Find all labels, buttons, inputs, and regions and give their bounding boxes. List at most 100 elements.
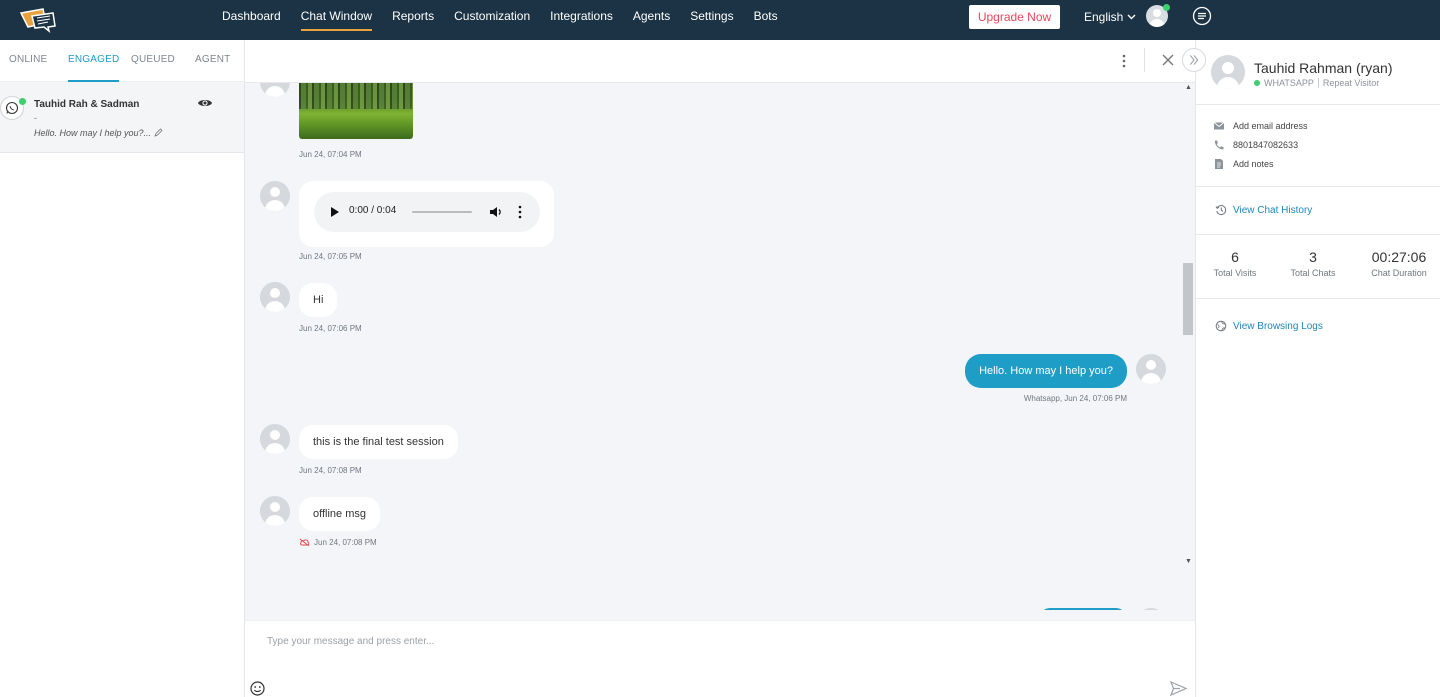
section-divider [1196, 234, 1440, 235]
scroll-thumb[interactable] [1183, 263, 1193, 335]
section-divider [1196, 104, 1440, 105]
visitor-avatar [260, 181, 290, 211]
agent-message: Hello. How may I help you? [965, 354, 1127, 388]
tab-online[interactable]: ONLINE [9, 40, 47, 82]
scroll-up-arrow[interactable]: ▲ [1185, 84, 1192, 91]
main-nav: Dashboard Chat Window Reports Customizat… [212, 0, 788, 40]
image-attachment[interactable] [299, 83, 413, 139]
nav-bots[interactable]: Bots [744, 0, 788, 40]
view-chat-history-link[interactable]: View Chat History [1215, 204, 1312, 216]
email-row[interactable]: Add email address [1213, 120, 1308, 132]
chat-subtitle: - [34, 113, 37, 123]
message-timestamp: Jun 24, 07:05 PM [299, 252, 362, 261]
visitor-avatar [260, 496, 290, 526]
language-selector[interactable]: English [1084, 10, 1136, 24]
logo-icon[interactable] [18, 7, 58, 33]
stat-label: Total Chats [1290, 268, 1336, 278]
message-list[interactable]: Jun 24, 07:04 PM 0:00 / 0:04 Jun 24, 07:… [245, 83, 1195, 610]
message-input[interactable] [267, 629, 1147, 653]
agent-message-partial [1040, 608, 1126, 610]
chevron-down-icon [1127, 14, 1136, 20]
play-icon[interactable] [331, 207, 339, 217]
visitor-list-panel: ONLINE ENGAGED QUEUED AGENT Tauhid Rah &… [0, 40, 245, 697]
nav-settings[interactable]: Settings [680, 0, 743, 40]
visitor-avatar [1211, 55, 1245, 89]
notes-icon [1215, 159, 1223, 169]
audio-message: 0:00 / 0:04 [299, 181, 554, 247]
online-status-dot [1163, 4, 1170, 11]
message-timestamp: Whatsapp, Jun 24, 07:06 PM [1023, 394, 1127, 403]
nav-dashboard[interactable]: Dashboard [212, 0, 291, 40]
more-vertical-icon[interactable] [518, 205, 522, 219]
header-divider [1144, 48, 1145, 72]
section-divider [1196, 186, 1440, 187]
nav-agents[interactable]: Agents [623, 0, 680, 40]
language-label: English [1084, 10, 1124, 24]
stat-total-chats: 3 Total Chats [1288, 249, 1338, 278]
eye-icon[interactable] [197, 97, 213, 109]
message-scrollbar[interactable]: ▲ ▼ [1183, 83, 1193, 610]
scroll-down-arrow[interactable]: ▼ [1185, 558, 1192, 565]
visitor-message: Hi [299, 283, 338, 317]
agent-avatar [1136, 354, 1166, 384]
chat-preview-text: Hello. How may I help you?... [34, 128, 152, 138]
close-icon[interactable] [1161, 53, 1175, 67]
visitor-avatar [260, 424, 290, 454]
online-status-dot [1254, 80, 1260, 86]
stat-label: Chat Duration [1371, 268, 1427, 278]
stat-chat-duration: 00:27:06 Chat Duration [1368, 249, 1430, 278]
phone-row: 8801847082633 [1213, 139, 1298, 151]
nav-reports[interactable]: Reports [382, 0, 444, 40]
top-navbar: Dashboard Chat Window Reports Customizat… [0, 0, 1440, 40]
nav-chat-window[interactable]: Chat Window [291, 0, 382, 40]
globe-icon [1215, 320, 1227, 332]
volume-icon[interactable] [489, 205, 503, 219]
view-browsing-logs-link[interactable]: View Browsing Logs [1215, 320, 1323, 332]
agent-avatar [1136, 608, 1166, 610]
phone-icon [1214, 140, 1224, 150]
visitor-message: this is the final test session [299, 425, 458, 459]
send-icon[interactable] [1170, 681, 1187, 696]
email-field: Add email address [1233, 121, 1308, 131]
meta-separator [1317, 78, 1319, 88]
message-timestamp: Jun 24, 07:04 PM [299, 150, 362, 159]
audio-progress-slider[interactable] [412, 211, 472, 213]
audio-time: 0:00 / 0:04 [349, 205, 397, 216]
chat-visitor-name: Tauhid Rah & Sadman [34, 99, 140, 110]
mail-icon [1213, 122, 1225, 130]
cloud-offline-icon [299, 538, 310, 546]
nav-integrations[interactable]: Integrations [540, 0, 623, 40]
audio-player[interactable]: 0:00 / 0:04 [314, 192, 540, 232]
chat-list-item[interactable]: Tauhid Rah & Sadman - Hello. How may I h… [0, 82, 244, 153]
chevron-right-double-icon[interactable] [1182, 48, 1206, 72]
emoji-icon[interactable] [250, 681, 265, 696]
view-browsing-logs-label: View Browsing Logs [1233, 320, 1323, 332]
tab-queued[interactable]: QUEUED [131, 40, 175, 82]
chat-header [245, 40, 1195, 83]
visitor-details-panel: Tauhid Rahman (ryan) WHATSAPP Repeat Vis… [1195, 40, 1440, 697]
stat-value: 00:27:06 [1371, 249, 1427, 265]
history-icon [1215, 205, 1227, 216]
message-composer [245, 620, 1195, 697]
chat-last-message: Hello. How may I help you?... [34, 128, 163, 138]
upgrade-now-button[interactable]: Upgrade Now [969, 5, 1060, 29]
tab-engaged[interactable]: ENGAGED [68, 40, 120, 82]
visitor-name: Tauhid Rahman (ryan) [1254, 60, 1393, 76]
stat-value: 6 [1231, 249, 1239, 265]
tab-agent[interactable]: AGENT [195, 40, 230, 82]
phone-number: 8801847082633 [1233, 140, 1299, 150]
menu-icon[interactable] [1192, 6, 1212, 26]
pencil-icon [153, 128, 163, 137]
stat-label: Total Visits [1213, 268, 1257, 278]
visitor-channel: WHATSAPP [1264, 78, 1314, 88]
stat-total-visits: 6 Total Visits [1210, 249, 1260, 278]
more-vertical-icon[interactable] [1121, 53, 1127, 69]
message-timestamp: Jun 24, 07:08 PM [314, 538, 377, 547]
visitor-tabs: ONLINE ENGAGED QUEUED AGENT [0, 40, 244, 82]
message-timestamp: Jun 24, 07:06 PM [299, 324, 362, 333]
section-divider [1196, 298, 1440, 299]
visitor-message: offline msg [299, 497, 380, 531]
stat-value: 3 [1309, 249, 1317, 265]
nav-customization[interactable]: Customization [444, 0, 540, 40]
notes-row[interactable]: Add notes [1213, 158, 1274, 170]
